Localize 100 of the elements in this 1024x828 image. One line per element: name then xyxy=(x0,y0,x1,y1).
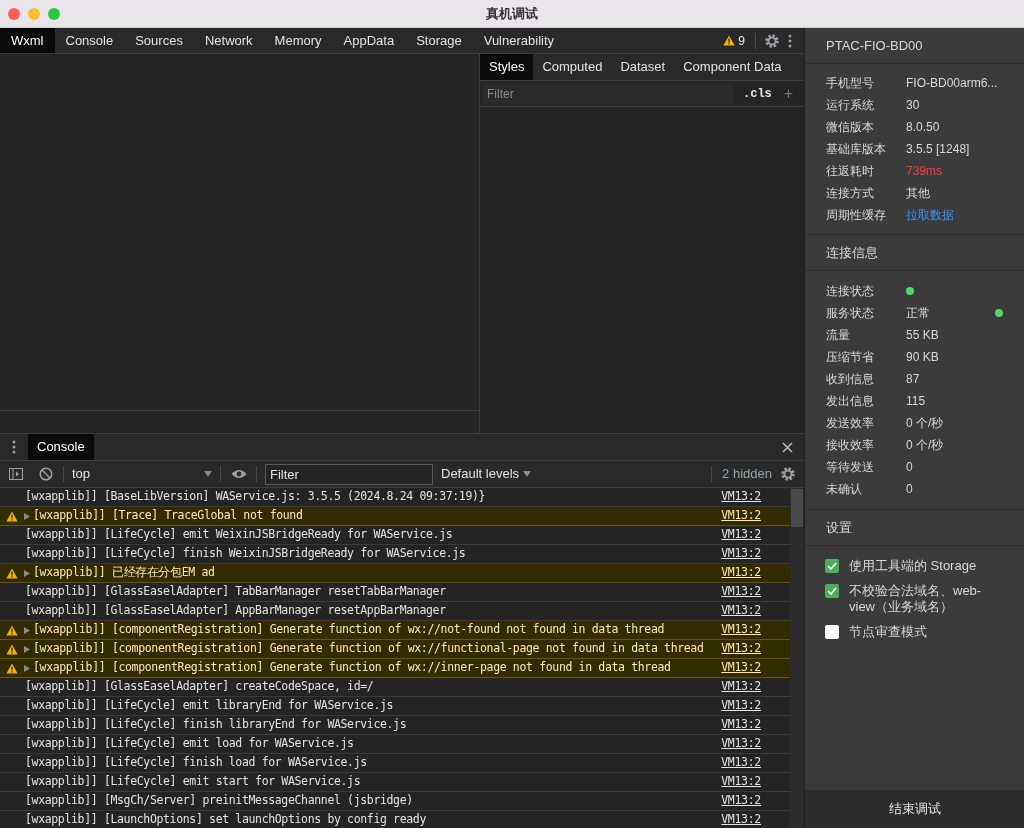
info-value: 0 xyxy=(906,481,913,498)
info-value: FIO-BD00arm6... xyxy=(906,75,998,92)
scrollbar-thumb[interactable] xyxy=(791,489,803,527)
settings-icon[interactable] xyxy=(780,466,796,482)
info-label: 手机型号 xyxy=(826,75,875,92)
info-value: 90 KB xyxy=(906,349,939,366)
styles-tab[interactable]: Component Data xyxy=(674,54,791,80)
log-message: [wxapplib]] [GlassEaselAdapter] TabBarManager resetTabBarManager xyxy=(25,583,446,601)
clear-console-icon[interactable] xyxy=(39,467,53,481)
caret-icon xyxy=(204,471,212,477)
devtools-tab[interactable]: Vulnerability xyxy=(472,28,566,53)
info-value: 0 xyxy=(906,459,913,476)
section-title: 连接信息 xyxy=(805,235,1024,271)
log-message: [wxapplib]] [LifeCycle] emit load for WAService.js xyxy=(25,735,354,753)
caret-icon xyxy=(523,471,532,477)
section-title: 设置 xyxy=(805,510,1024,546)
source-link[interactable]: VM13:2 xyxy=(721,545,761,563)
warning-icon xyxy=(6,643,18,655)
checkbox[interactable] xyxy=(825,625,839,639)
checkmark-icon xyxy=(827,587,837,595)
log-message: [wxapplib]] [MsgCh/Server] preinitMessageChannel (jsbridge) xyxy=(25,792,413,810)
context-dropdown[interactable]: top xyxy=(72,464,212,484)
source-link[interactable]: VM13:2 xyxy=(721,621,761,639)
end-debug-button[interactable]: 结束调试 xyxy=(805,790,1024,828)
source-link[interactable]: VM13:2 xyxy=(721,697,761,715)
devtools-tab[interactable]: AppData xyxy=(332,28,406,53)
info-value: 0 个/秒 xyxy=(906,437,944,454)
info-label: 未确认 xyxy=(826,481,863,498)
devtools-tab[interactable]: Console xyxy=(54,28,125,53)
source-link[interactable]: VM13:2 xyxy=(721,488,761,506)
devtools-tab[interactable]: Network xyxy=(193,28,264,53)
checkbox[interactable] xyxy=(825,559,839,573)
warning-icon xyxy=(6,662,18,674)
info-label: 运行系统 xyxy=(826,97,875,114)
source-link[interactable]: VM13:2 xyxy=(721,773,761,791)
info-label: 连接状态 xyxy=(826,283,875,300)
devtools-tab[interactable]: Sources xyxy=(124,28,194,53)
source-link[interactable]: VM13:2 xyxy=(721,811,761,828)
expand-arrow-icon[interactable] xyxy=(24,626,30,634)
styles-tab[interactable]: Dataset xyxy=(611,54,675,80)
eye-icon[interactable] xyxy=(231,469,247,479)
checkmark-icon xyxy=(827,562,837,570)
more-icon[interactable] xyxy=(788,33,792,48)
info-value: 30 xyxy=(906,97,920,114)
info-label: 周期性缓存 xyxy=(826,207,887,224)
close-window-icon[interactable] xyxy=(8,7,20,20)
cls-button[interactable]: .cls xyxy=(743,84,772,103)
warning-icon xyxy=(6,510,18,522)
expand-arrow-icon[interactable] xyxy=(24,664,30,672)
log-message: [wxapplib]] [GlassEaselAdapter] AppBarManager resetAppBarManager xyxy=(25,602,446,620)
devtools-tab[interactable]: Wxml xyxy=(0,28,55,53)
source-link[interactable]: VM13:2 xyxy=(721,526,761,544)
info-label: 发出信息 xyxy=(826,393,875,410)
filter-input[interactable]: Filter xyxy=(483,83,733,104)
devtools-tab[interactable]: Storage xyxy=(405,28,473,53)
log-message: [wxapplib]] [GlassEaselAdapter] createCodeSpace, id=/ xyxy=(25,678,374,696)
source-link[interactable]: VM13:2 xyxy=(721,735,761,753)
info-label: 基础库版本 xyxy=(826,141,887,158)
styles-tab[interactable]: Styles xyxy=(480,54,534,80)
source-link[interactable]: VM13:2 xyxy=(721,659,761,677)
log-message: [wxapplib]] [Trace] TraceGlobal not found xyxy=(33,507,303,525)
levels-dropdown[interactable]: Default levels xyxy=(441,464,532,484)
info-value: 739ms xyxy=(906,163,943,180)
warning-icon xyxy=(6,567,18,579)
expand-arrow-icon[interactable] xyxy=(24,569,30,577)
styles-tab[interactable]: Computed xyxy=(533,54,612,80)
log-message: [wxapplib]] [componentRegistration] Generate function of wx://inner-page not found in data thread xyxy=(33,659,671,677)
source-link[interactable]: VM13:2 xyxy=(721,583,761,601)
source-link[interactable]: VM13:2 xyxy=(721,754,761,772)
info-value: 115 xyxy=(906,393,926,410)
info-label: 接收效率 xyxy=(826,437,875,454)
source-link[interactable]: VM13:2 xyxy=(721,678,761,696)
source-link[interactable]: VM13:2 xyxy=(721,716,761,734)
info-value: 3.5.5 [1248] xyxy=(906,141,970,158)
source-link[interactable]: VM13:2 xyxy=(721,602,761,620)
warning-count: 9 xyxy=(738,32,745,50)
source-link[interactable]: VM13:2 xyxy=(721,564,761,582)
log-message: [wxapplib]] [BaseLibVersion] WAService.js: 3.5.5 (2024.8.24 09:37:19)} xyxy=(25,488,486,506)
checkbox[interactable] xyxy=(825,584,839,598)
log-message: [wxapplib]] [LaunchOptions] set launchOptions by config ready xyxy=(25,811,426,828)
expand-arrow-icon[interactable] xyxy=(24,512,30,520)
expand-arrow-icon[interactable] xyxy=(24,645,30,653)
settings-icon[interactable] xyxy=(764,32,780,49)
info-value: 0 个/秒 xyxy=(906,415,944,432)
option-label: 使用工具端的 Storage xyxy=(849,557,977,574)
sidebar-toggle-icon[interactable] xyxy=(9,468,23,480)
source-link[interactable]: VM13:2 xyxy=(721,792,761,810)
source-link[interactable]: VM13:2 xyxy=(721,640,761,658)
info-label: 等待发送 xyxy=(826,459,875,476)
fetch-data-link[interactable]: 拉取数据 xyxy=(906,206,954,224)
window-title: 真机调试 xyxy=(486,4,538,23)
filter-input[interactable]: Filter xyxy=(265,463,433,485)
info-label: 连接方式 xyxy=(826,185,875,202)
log-message: [wxapplib]] [LifeCycle] emit WeixinJSBridgeReady for WAService.js xyxy=(25,526,453,544)
close-icon[interactable] xyxy=(782,441,793,453)
drawer-tab[interactable]: Console xyxy=(28,434,94,460)
source-link[interactable]: VM13:2 xyxy=(721,507,761,525)
devtools-tab[interactable]: Memory xyxy=(263,28,333,53)
more-icon[interactable] xyxy=(12,440,16,454)
info-label: 往返耗时 xyxy=(826,163,875,180)
